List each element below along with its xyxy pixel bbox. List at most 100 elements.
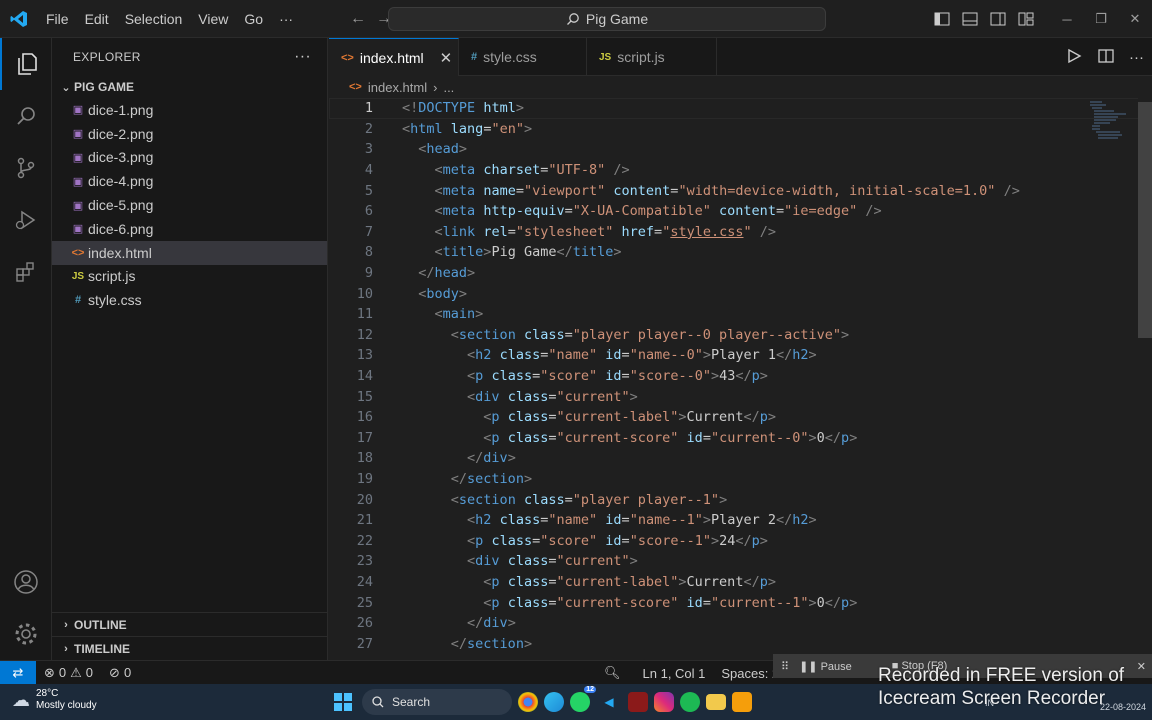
- scrollbar-thumb[interactable]: [1138, 102, 1152, 338]
- code-line[interactable]: 9 </head>: [329, 263, 1152, 284]
- folder-pig-game[interactable]: ⌄ PIG GAME: [52, 76, 327, 98]
- code-line[interactable]: 19 </section>: [329, 469, 1152, 490]
- code-line[interactable]: 2 <html lang="en">: [329, 119, 1152, 140]
- tab-style-css[interactable]: # style.css: [459, 38, 587, 76]
- timeline-section[interactable]: › TIMELINE: [52, 636, 328, 660]
- file-dice-6[interactable]: ▣ dice-6.png: [52, 217, 327, 241]
- more-actions-icon[interactable]: ···: [294, 48, 311, 66]
- close-window-icon[interactable]: ✕: [1118, 0, 1152, 38]
- customize-layout-icon[interactable]: [1012, 0, 1040, 38]
- code-line[interactable]: 4 <meta charset="UTF-8" />: [329, 160, 1152, 181]
- file-script-js[interactable]: JS script.js: [52, 265, 327, 289]
- file-dice-3[interactable]: ▣ dice-3.png: [52, 146, 327, 170]
- code-line[interactable]: 10 <body>: [329, 283, 1152, 304]
- file-style-css[interactable]: # style.css: [52, 288, 327, 312]
- code-line[interactable]: 26 </div>: [329, 613, 1152, 634]
- code-text: <p class="score" id="score--0">43</p>: [467, 368, 768, 385]
- tab-script-js[interactable]: JS script.js: [587, 38, 717, 76]
- js-file-icon: JS: [71, 270, 85, 282]
- code-line[interactable]: 7 <link rel="stylesheet" href="style.css…: [329, 222, 1152, 243]
- ports-indicator[interactable]: ⊘ 0: [101, 665, 139, 681]
- minimize-icon[interactable]: ─: [1050, 0, 1084, 38]
- more-actions-icon[interactable]: ···: [1129, 49, 1144, 66]
- accounts-icon[interactable]: [0, 556, 52, 608]
- code-line[interactable]: 17 <p class="current-score" id="current-…: [329, 428, 1152, 449]
- edge-icon[interactable]: [544, 692, 564, 712]
- vertical-scrollbar[interactable]: [1138, 98, 1152, 660]
- spotify-icon[interactable]: [680, 692, 700, 712]
- command-center-search[interactable]: Pig Game: [388, 7, 826, 31]
- pause-button[interactable]: ❚❚ Pause: [799, 660, 852, 673]
- file-index-html[interactable]: <> index.html: [52, 240, 327, 265]
- breadcrumb-file[interactable]: index.html: [368, 80, 427, 95]
- split-editor-icon[interactable]: [1097, 47, 1115, 68]
- problems-indicator[interactable]: ⊗ 0 ⚠ 0: [36, 665, 101, 681]
- source-control-icon[interactable]: [0, 142, 52, 194]
- instagram-icon[interactable]: [654, 692, 674, 712]
- code-line[interactable]: 24 <p class="current-label">Current</p>: [329, 572, 1152, 593]
- whatsapp-icon[interactable]: 12: [570, 686, 596, 712]
- restore-icon[interactable]: ❐: [1084, 0, 1118, 38]
- pause-label: Pause: [820, 660, 852, 673]
- taskbar-search[interactable]: Search: [362, 689, 512, 715]
- code-line[interactable]: 21 <h2 class="name" id="name--1">Player …: [329, 510, 1152, 531]
- code-line[interactable]: 11 <main>: [329, 304, 1152, 325]
- code-line[interactable]: 20 <section class="player player--1">: [329, 489, 1152, 510]
- run-icon[interactable]: [1065, 47, 1083, 68]
- chrome-icon[interactable]: [518, 692, 538, 712]
- html-file-icon: <>: [71, 246, 85, 259]
- zoom-icon[interactable]: 🔍︎: [590, 665, 635, 681]
- cursor-position[interactable]: Ln 1, Col 1: [635, 666, 714, 681]
- file-dice-2[interactable]: ▣ dice-2.png: [52, 122, 327, 146]
- code-line[interactable]: 14 <p class="score" id="score--0">43</p>: [329, 366, 1152, 387]
- manage-gear-icon[interactable]: [0, 608, 52, 660]
- search-view-icon[interactable]: [0, 90, 52, 142]
- code-line[interactable]: 18 </div>: [329, 448, 1152, 469]
- toggle-secondary-sidebar-icon[interactable]: [984, 0, 1012, 38]
- code-line[interactable]: 27 </section>: [329, 633, 1152, 654]
- code-editor[interactable]: 1 <!DOCTYPE html> 2 <html lang="en"> 3 <head…: [329, 98, 1152, 660]
- menu-file[interactable]: File: [38, 0, 77, 38]
- toggle-primary-sidebar-icon[interactable]: [928, 0, 956, 38]
- breadcrumb-more[interactable]: ...: [443, 80, 454, 95]
- menu-edit[interactable]: Edit: [77, 0, 117, 38]
- code-line[interactable]: 16 <p class="current-label">Current</p>: [329, 407, 1152, 428]
- menu-selection[interactable]: Selection: [117, 0, 191, 38]
- close-icon[interactable]: ✕: [440, 49, 453, 67]
- code-line[interactable]: 8 <title>Pig Game</title>: [329, 242, 1152, 263]
- file-label: style.css: [88, 292, 142, 309]
- code-line[interactable]: 6 <meta http-equiv="X-UA-Compatible" con…: [329, 201, 1152, 222]
- toggle-panel-icon[interactable]: [956, 0, 984, 38]
- menu-more[interactable]: ···: [271, 0, 301, 38]
- code-line[interactable]: 25 <p class="current-score" id="current-…: [329, 592, 1152, 613]
- code-line[interactable]: 13 <h2 class="name" id="name--0">Player …: [329, 345, 1152, 366]
- menu-go[interactable]: Go: [236, 0, 271, 38]
- code-line[interactable]: 5 <meta name="viewport" content="width=d…: [329, 180, 1152, 201]
- line-number: 9: [364, 265, 373, 282]
- weather-widget[interactable]: ☁ 28°C Mostly cloudy: [12, 688, 97, 712]
- code-line[interactable]: 23 <div class="current">: [329, 551, 1152, 572]
- code-line[interactable]: 12 <section class="player player--0 play…: [329, 325, 1152, 346]
- vscode-taskbar-icon[interactable]: ◀: [596, 689, 622, 715]
- outline-section[interactable]: › OUTLINE: [52, 612, 328, 636]
- code-line[interactable]: 1 <!DOCTYPE html>: [329, 98, 1152, 119]
- file-explorer-icon[interactable]: [706, 694, 726, 710]
- back-arrow-icon[interactable]: ←: [350, 10, 366, 28]
- extensions-icon[interactable]: [0, 246, 52, 298]
- remote-icon[interactable]: ⇄: [0, 660, 36, 685]
- minimap[interactable]: [1088, 100, 1128, 140]
- app-icon[interactable]: [628, 692, 648, 712]
- recorder-app-icon[interactable]: [732, 692, 752, 712]
- file-dice-5[interactable]: ▣ dice-5.png: [52, 193, 327, 217]
- file-dice-4[interactable]: ▣ dice-4.png: [52, 169, 327, 193]
- windows-start-icon[interactable]: [330, 689, 356, 715]
- menu-view[interactable]: View: [190, 0, 236, 38]
- file-dice-1[interactable]: ▣ dice-1.png: [52, 98, 327, 122]
- run-debug-icon[interactable]: [0, 194, 52, 246]
- tab-index-html[interactable]: <> index.html ✕: [329, 38, 459, 76]
- explorer-icon[interactable]: [0, 38, 52, 90]
- code-line[interactable]: 3 <head>: [329, 139, 1152, 160]
- drag-handle-icon[interactable]: ⠿: [781, 660, 789, 673]
- code-line[interactable]: 22 <p class="score" id="score--1">24</p>: [329, 530, 1152, 551]
- code-line[interactable]: 15 <div class="current">: [329, 386, 1152, 407]
